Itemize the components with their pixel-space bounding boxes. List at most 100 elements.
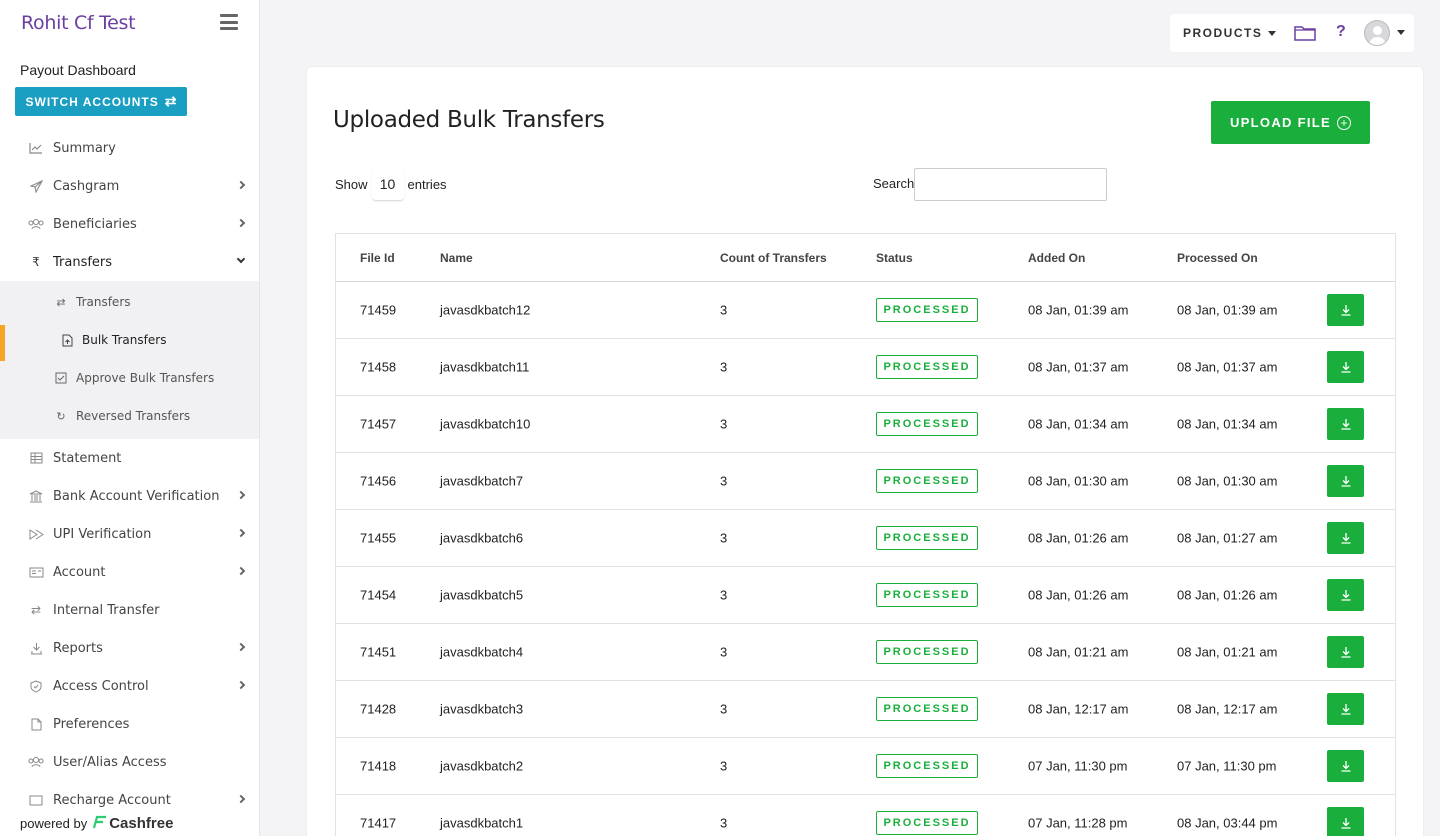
hamburger-menu-icon[interactable] bbox=[220, 14, 238, 30]
status-badge: PROCESSED bbox=[876, 469, 978, 493]
cell-name: javasdkbatch2 bbox=[440, 758, 524, 774]
table-row: 71418 javasdkbatch2 3 PROCESSED 07 Jan, 11:3… bbox=[336, 738, 1395, 795]
search-input[interactable] bbox=[914, 168, 1107, 201]
cell-count: 3 bbox=[720, 359, 728, 375]
cell-file-id: 71454 bbox=[360, 587, 397, 603]
status-badge: PROCESSED bbox=[876, 412, 978, 436]
bulk-transfers-table: File Id Name Count of Transfers Status A… bbox=[335, 233, 1396, 836]
status-badge: PROCESSED bbox=[876, 697, 978, 721]
sidebar-item-label: UPI Verification bbox=[53, 526, 152, 542]
sidebar-item-user-alias-access[interactable]: User/Alias Access bbox=[0, 743, 259, 781]
sidebar-subitem-transfers[interactable]: ⇄ Transfers bbox=[0, 283, 259, 321]
header-status[interactable]: Status bbox=[876, 251, 913, 265]
header-count[interactable]: Count of Transfers bbox=[720, 251, 827, 265]
sidebar-item-label: Account bbox=[53, 564, 106, 580]
status-badge: PROCESSED bbox=[876, 526, 978, 550]
entries-select[interactable]: 10 bbox=[371, 168, 404, 201]
sidebar-item-reports[interactable]: Reports bbox=[0, 629, 259, 667]
cell-added-on: 08 Jan, 01:26 am bbox=[1028, 530, 1129, 546]
swap-icon: ⇄ bbox=[30, 603, 42, 617]
sidebar-item-label: Transfers bbox=[53, 254, 113, 270]
sidebar-nav: Summary Cashgram Beneficiaries ₹ Transfe… bbox=[0, 129, 259, 819]
sidebar-item-label: Preferences bbox=[53, 716, 130, 732]
download-icon bbox=[1341, 476, 1350, 487]
cell-added-on: 08 Jan, 01:34 am bbox=[1028, 416, 1129, 432]
cell-added-on: 08 Jan, 01:39 am bbox=[1028, 302, 1129, 318]
shield-icon bbox=[28, 678, 44, 694]
table-row: 71455 javasdkbatch6 3 PROCESSED 08 Jan, 01:2… bbox=[336, 510, 1395, 567]
show-label: Show bbox=[335, 177, 368, 192]
chevron-right-icon bbox=[236, 680, 246, 690]
download-icon bbox=[1341, 818, 1350, 829]
avatar-caret-icon[interactable] bbox=[1397, 30, 1405, 35]
download-button[interactable] bbox=[1327, 408, 1364, 440]
products-dropdown[interactable]: PRODUCTS bbox=[1183, 26, 1277, 40]
cell-processed-on: 08 Jan, 01:34 am bbox=[1177, 416, 1278, 432]
download-button[interactable] bbox=[1327, 693, 1364, 725]
cell-file-id: 71418 bbox=[360, 758, 397, 774]
folder-icon[interactable] bbox=[1294, 24, 1316, 41]
sidebar-item-statement[interactable]: Statement bbox=[0, 439, 259, 477]
sidebar-item-preferences[interactable]: Preferences bbox=[0, 705, 259, 743]
status-badge: PROCESSED bbox=[876, 811, 978, 835]
sidebar-item-upi-verification[interactable]: UPI Verification bbox=[0, 515, 259, 553]
sidebar-subitem-reversed-transfers[interactable]: ↻ Reversed Transfers bbox=[0, 397, 259, 435]
download-button[interactable] bbox=[1327, 636, 1364, 668]
header-processed-on[interactable]: Processed On bbox=[1177, 251, 1258, 265]
sidebar-item-label: Statement bbox=[53, 450, 122, 466]
download-button[interactable] bbox=[1327, 807, 1364, 836]
sidebar-item-account[interactable]: Account bbox=[0, 553, 259, 591]
table-row: 71457 javasdkbatch10 3 PROCESSED 08 Jan, 01:… bbox=[336, 396, 1395, 453]
chevron-right-icon bbox=[236, 528, 246, 538]
brand-name[interactable]: Rohit Cf Test bbox=[21, 12, 136, 34]
cell-count: 3 bbox=[720, 416, 728, 432]
download-button[interactable] bbox=[1327, 465, 1364, 497]
table-row: 71456 javasdkbatch7 3 PROCESSED 08 Jan, 01:3… bbox=[336, 453, 1395, 510]
download-button[interactable] bbox=[1327, 294, 1364, 326]
cell-name: javasdkbatch6 bbox=[440, 530, 524, 546]
sidebar-subitem-approve-bulk-transfers[interactable]: Approve Bulk Transfers bbox=[0, 359, 259, 397]
sidebar-item-beneficiaries[interactable]: Beneficiaries bbox=[0, 205, 259, 243]
dashboard-title: Payout Dashboard bbox=[20, 62, 136, 78]
cashfree-brand: Cashfree bbox=[109, 814, 174, 832]
download-icon bbox=[1341, 362, 1350, 373]
download-button[interactable] bbox=[1327, 579, 1364, 611]
switch-accounts-button[interactable]: SWITCH ACCOUNTS ⇄ bbox=[15, 87, 187, 116]
download-button[interactable] bbox=[1327, 750, 1364, 782]
sidebar-item-access-control[interactable]: Access Control bbox=[0, 667, 259, 705]
cell-count: 3 bbox=[720, 473, 728, 489]
header-name[interactable]: Name bbox=[440, 251, 473, 265]
upload-file-button[interactable]: UPLOAD FILE + bbox=[1211, 101, 1370, 144]
table-header: File Id Name Count of Transfers Status A… bbox=[336, 234, 1395, 282]
cell-added-on: 07 Jan, 11:30 pm bbox=[1028, 758, 1128, 774]
sidebar-subitem-label: Bulk Transfers bbox=[82, 333, 167, 347]
cell-processed-on: 08 Jan, 01:37 am bbox=[1177, 359, 1278, 375]
cell-count: 3 bbox=[720, 815, 728, 831]
header-file-id[interactable]: File Id bbox=[360, 251, 395, 265]
help-icon[interactable]: ? bbox=[1336, 23, 1346, 41]
chevron-right-icon bbox=[236, 180, 246, 190]
sidebar-item-bank-account-verification[interactable]: Bank Account Verification bbox=[0, 477, 259, 515]
sidebar-item-summary[interactable]: Summary bbox=[0, 129, 259, 167]
sidebar-subitem-bulk-transfers[interactable]: Bulk Transfers bbox=[0, 321, 259, 361]
sidebar-item-internal-transfer[interactable]: ⇄ Internal Transfer bbox=[0, 591, 259, 629]
bank-icon bbox=[28, 488, 44, 504]
chevron-right-icon bbox=[236, 642, 246, 652]
cell-added-on: 08 Jan, 01:26 am bbox=[1028, 587, 1129, 603]
download-button[interactable] bbox=[1327, 351, 1364, 383]
sidebar-item-cashgram[interactable]: Cashgram bbox=[0, 167, 259, 205]
cell-count: 3 bbox=[720, 758, 728, 774]
swap-icon: ⇄ bbox=[56, 295, 66, 309]
cell-name: javasdkbatch11 bbox=[440, 359, 530, 375]
chart-line-icon bbox=[28, 140, 44, 156]
sidebar-item-transfers[interactable]: ₹ Transfers bbox=[0, 243, 259, 281]
reports-icon bbox=[28, 640, 44, 656]
avatar[interactable] bbox=[1364, 20, 1390, 46]
sidebar-item-label: Access Control bbox=[53, 678, 149, 694]
sidebar-item-label: Cashgram bbox=[53, 178, 120, 194]
sidebar-subitem-label: Reversed Transfers bbox=[76, 409, 191, 423]
users-icon bbox=[28, 754, 44, 770]
header-added-on[interactable]: Added On bbox=[1028, 251, 1085, 265]
download-button[interactable] bbox=[1327, 522, 1364, 554]
wallet-icon bbox=[28, 792, 44, 808]
